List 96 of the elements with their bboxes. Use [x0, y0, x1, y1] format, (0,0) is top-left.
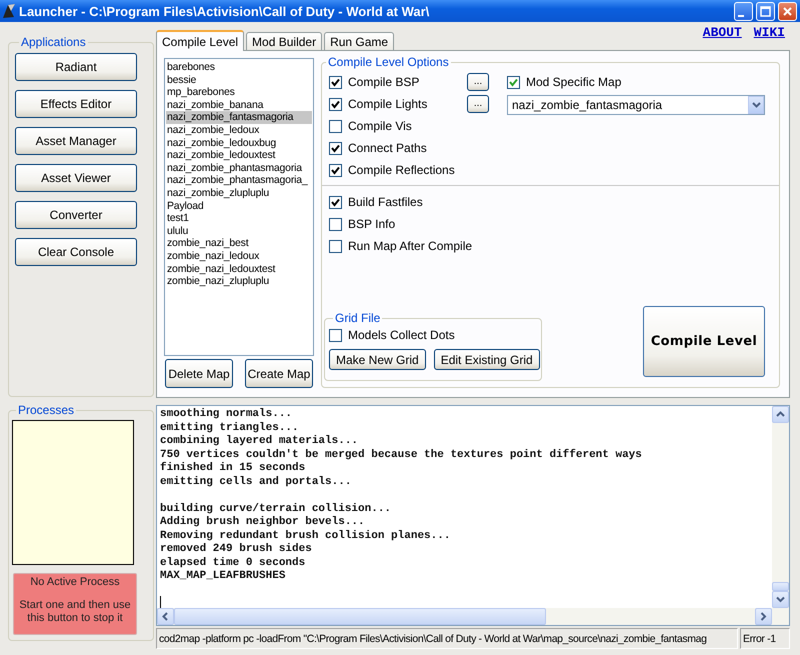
checkbox[interactable]: [329, 76, 342, 88]
clear-console-button[interactable]: Clear Console: [15, 238, 137, 266]
window-title: Launcher - C:\Program Files\Activision\Call of Duty - World at War\: [19, 4, 430, 18]
scroll-thumb[interactable]: [772, 582, 789, 591]
list-item[interactable]: nazi_zombie_banana: [166, 98, 312, 112]
dropdown-button[interactable]: [748, 96, 764, 114]
checkbox[interactable]: [329, 196, 342, 208]
group-title: Applications: [20, 35, 87, 49]
console-line: Removing redundant brush collision planes...: [160, 530, 452, 543]
maximize-icon: [760, 6, 771, 16]
close-button[interactable]: [778, 2, 797, 20]
console-line: elapsed time 0 seconds: [160, 556, 306, 570]
checkbox-label: Compile Reflections: [348, 163, 455, 177]
settings-button[interactable]: ...: [467, 95, 489, 113]
checkbox[interactable]: [329, 120, 342, 132]
map-button[interactable]: Create Map: [245, 359, 313, 388]
scrollbar-corner: [772, 608, 789, 625]
checkbox[interactable]: [329, 98, 342, 110]
grid-button[interactable]: Make New Grid: [329, 349, 426, 370]
map-button[interactable]: Delete Map: [165, 359, 233, 388]
stop-process-button[interactable]: No Active Process Start one and then use this button to stop it: [13, 573, 137, 635]
tab[interactable]: Run Game: [324, 32, 394, 50]
list-item[interactable]: barebones: [166, 61, 312, 74]
list-item[interactable]: nazi_zombie_phantasmagoria_: [166, 174, 312, 187]
console-line: emitting triangles...: [160, 422, 300, 435]
list-item[interactable]: mp_barebones: [166, 86, 312, 99]
settings-button[interactable]: ...: [467, 73, 489, 91]
checkbox[interactable]: [329, 164, 342, 176]
vertical-scrollbar[interactable]: [772, 406, 789, 608]
tab[interactable]: Mod Builder: [246, 32, 322, 50]
app-button[interactable]: Effects Editor: [15, 90, 137, 118]
checkbox-label: Run Map After Compile: [348, 239, 472, 253]
status-command: cod2map -platform pc -loadFrom "C:\Program Files\Activision\Call of Duty - World at War\map_source\nazi_zombie_fantasmag: [156, 628, 738, 649]
console-line: finished in 15 seconds: [160, 462, 306, 476]
tab[interactable]: Compile Level: [156, 30, 244, 51]
maximize-button[interactable]: [756, 2, 775, 20]
app-button[interactable]: Converter: [15, 201, 137, 229]
compile-level-button[interactable]: Compile Level: [643, 306, 765, 377]
checkbox[interactable]: [329, 328, 342, 342]
checkbox[interactable]: [507, 76, 520, 88]
checkbox-label: Compile Vis: [348, 119, 412, 133]
list-item[interactable]: nazi_zombie_ledouxtest: [166, 149, 312, 162]
console-line: removed 249 brush sides: [160, 543, 313, 556]
list-item[interactable]: bessie: [166, 74, 312, 86]
minimize-button[interactable]: [734, 2, 753, 20]
list-item[interactable]: nazi_zombie_phantasmagoria: [166, 162, 312, 174]
list-item[interactable]: zombie_nazi_best: [166, 237, 312, 250]
checkbox-label: Connect Paths: [348, 141, 427, 155]
app-button[interactable]: Asset Viewer: [15, 164, 137, 192]
grid-button[interactable]: Edit Existing Grid: [434, 349, 540, 370]
list-item[interactable]: test1: [166, 212, 312, 225]
console-line: 750 vertices couldn't be merged because the textures point different ways: [160, 448, 643, 462]
dropdown-value: nazi_zombie_fantasmagoria: [512, 98, 664, 112]
process-status: No Active Process: [30, 576, 120, 589]
text-cursor: [160, 596, 161, 608]
console-line: smoothing normals...: [160, 408, 294, 422]
checkbox-label: Mod Specific Map: [526, 75, 622, 89]
checkbox[interactable]: [329, 240, 342, 252]
list-item[interactable]: zombie_nazi_zlupluplu: [166, 275, 312, 288]
checkbox[interactable]: [329, 218, 342, 230]
horizontal-scrollbar[interactable]: [157, 608, 772, 625]
app-icon: [2, 3, 16, 19]
checkbox-label: Models Collect Dots: [348, 328, 455, 342]
map-list[interactable]: [164, 58, 314, 356]
list-item[interactable]: nazi_zombie_ledoux: [166, 124, 312, 137]
group-title: Compile Level Options: [327, 55, 450, 69]
list-item[interactable]: zombie_nazi_ledouxtest: [166, 262, 312, 276]
process-hint: Start one and then use this button to stop it: [18, 599, 132, 625]
checkbox-label: Build Fastfiles: [348, 195, 423, 209]
map-dropdown[interactable]: nazi_zombie_fantasmagoria: [507, 95, 765, 115]
checkbox-label: Compile BSP: [348, 75, 420, 89]
checkbox[interactable]: [329, 142, 342, 154]
list-item[interactable]: nazi_zombie_fantasmagoria: [166, 111, 312, 124]
console-line: combining layered materials...: [160, 435, 360, 448]
checkbox-label: BSP Info: [348, 217, 396, 231]
group-title: Processes: [17, 403, 76, 417]
status-error: Error -1: [740, 628, 790, 649]
console-line: emitting cells and portals...: [160, 476, 352, 489]
link[interactable]: ABOUT: [702, 25, 742, 40]
console-line: Adding brush neighbor bevels...: [160, 516, 366, 530]
link[interactable]: WIKI: [754, 25, 785, 40]
scroll-thumb[interactable]: [174, 608, 546, 625]
app-button[interactable]: Asset Manager: [15, 127, 137, 155]
console-line: MAX_MAP_LEAFBRUSHES: [160, 570, 286, 584]
close-icon: [782, 6, 793, 16]
group-title: Grid File: [334, 311, 382, 325]
list-item[interactable]: nazi_zombie_zlupluplu: [166, 186, 312, 200]
list-item[interactable]: zombie_nazi_ledoux: [166, 250, 312, 262]
list-item[interactable]: Payload: [166, 200, 312, 212]
console-line: building curve/terrain collision...: [160, 502, 392, 516]
list-item[interactable]: nazi_zombie_ledouxbug: [166, 136, 312, 150]
caret-icon: [752, 102, 760, 108]
list-item[interactable]: ululu: [166, 224, 312, 238]
checkbox-label: Compile Lights: [348, 97, 428, 111]
app-button[interactable]: Radiant: [15, 53, 137, 81]
minimize-icon: [738, 14, 744, 16]
